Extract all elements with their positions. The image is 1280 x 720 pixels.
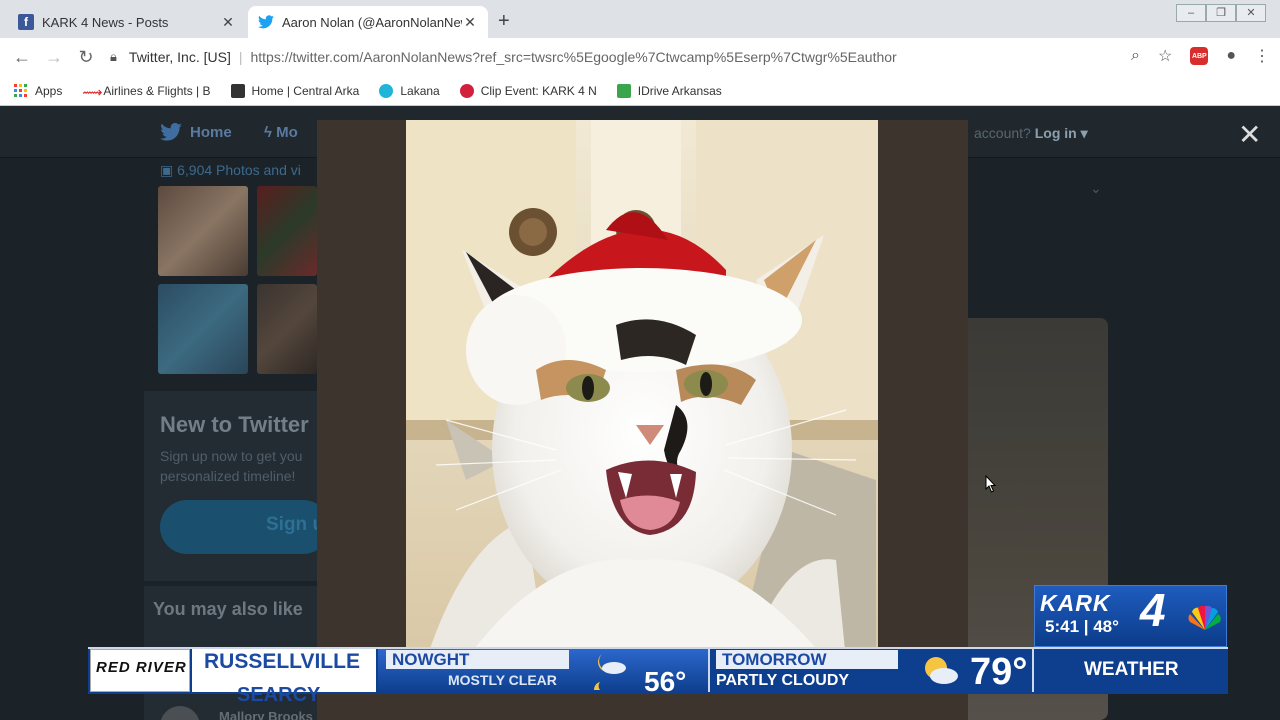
twitter-bird-icon bbox=[160, 123, 182, 141]
new-tab-icon[interactable]: + bbox=[498, 10, 510, 33]
tab-title: Aaron Nolan (@AaronNolanNew bbox=[282, 14, 462, 30]
tab-title: KARK 4 News - Posts bbox=[42, 14, 169, 30]
apps-grid-icon bbox=[14, 83, 28, 98]
nav-home[interactable]: Home bbox=[160, 123, 232, 141]
media-thumbnail[interactable] bbox=[257, 284, 317, 374]
tab-twitter[interactable]: Aaron Nolan (@AaronNolanNew ✕ bbox=[248, 6, 488, 38]
city-name: RUSSELLVILLE bbox=[204, 650, 360, 673]
photo-icon: ▣ bbox=[160, 162, 178, 178]
login-link[interactable]: Log in bbox=[1035, 125, 1077, 141]
adblock-icon[interactable]: ABP bbox=[1190, 47, 1209, 65]
moon-cloud-icon bbox=[594, 654, 626, 690]
suggested-user-name[interactable]: Mallory Brooks bbox=[219, 709, 313, 720]
tomorrow-condition: PARTLY CLOUDY bbox=[716, 672, 850, 689]
browser-toolbar: ← → ↻ 🔒︎ Twitter, Inc. [US] | https://tw… bbox=[0, 38, 1280, 76]
lakana-icon bbox=[379, 83, 394, 98]
reload-icon[interactable]: ↻ bbox=[70, 47, 102, 68]
media-thumbnail[interactable] bbox=[158, 284, 248, 374]
bookmark-idrive[interactable]: IDrive Arkansas bbox=[616, 83, 722, 98]
bookmarks-bar: Apps ⟿ Airlines & Flights | B Home | Cen… bbox=[0, 76, 1280, 106]
bookmark-airlines[interactable]: ⟿ Airlines & Flights | B bbox=[82, 83, 210, 100]
forward-icon[interactable]: → bbox=[38, 47, 70, 68]
lightning-icon: ϟ bbox=[264, 124, 277, 141]
toolbar-actions: ⌕ ☆ ABP ● ⋮ bbox=[1131, 46, 1270, 66]
next-city-name: SEARCY bbox=[237, 684, 321, 706]
section-label: WEATHER bbox=[1084, 659, 1179, 680]
tab-kark-facebook[interactable]: f KARK 4 News - Posts ✕ bbox=[8, 6, 246, 38]
tomorrow-label: TOMORROW bbox=[722, 650, 827, 669]
address-bar[interactable]: 🔒︎ Twitter, Inc. [US] | https://twitter.… bbox=[110, 42, 1080, 72]
bookmark-clip-event[interactable]: Clip Event: KARK 4 N bbox=[459, 83, 597, 98]
restore-icon[interactable]: ❐ bbox=[1206, 4, 1236, 22]
home-icon bbox=[230, 83, 245, 98]
chevron-down-icon[interactable]: ⌄ bbox=[1090, 180, 1102, 197]
lock-icon: 🔒︎ bbox=[110, 49, 117, 64]
station-name: KARK bbox=[1040, 590, 1111, 616]
bookmark-star-icon[interactable]: ☆ bbox=[1158, 46, 1172, 66]
browser-tab-bar: f KARK 4 News - Posts ✕ Aaron Nolan (@Aa… bbox=[0, 0, 1280, 38]
clip-icon bbox=[459, 83, 474, 98]
nbc-peacock-icon bbox=[1188, 606, 1221, 630]
back-icon[interactable]: ← bbox=[6, 47, 38, 68]
close-tab-icon[interactable]: ✕ bbox=[462, 14, 478, 31]
site-identity: Twitter, Inc. [US] bbox=[128, 49, 231, 65]
cat-santa-photo bbox=[406, 120, 878, 660]
sponsor-name: RED RIVER bbox=[96, 659, 187, 676]
close-lightbox-icon[interactable]: ✕ bbox=[1238, 118, 1261, 151]
bookmark-apps[interactable]: Apps bbox=[14, 83, 62, 98]
window-controls: – ❐ ✕ bbox=[1176, 4, 1266, 22]
new-to-twitter-title: New to Twitter bbox=[160, 412, 309, 437]
bookmark-lakana[interactable]: Lakana bbox=[379, 83, 440, 98]
now-label: NOWGHT bbox=[392, 650, 470, 669]
now-temperature: 56° bbox=[644, 666, 687, 697]
zoom-icon[interactable]: ⌕ bbox=[1131, 47, 1140, 65]
login-prompt: account? Log in ▾ bbox=[974, 125, 1088, 141]
media-thumbnail[interactable] bbox=[257, 186, 317, 276]
bookmark-home-central[interactable]: Home | Central Arka bbox=[230, 83, 359, 98]
you-may-also-like-title: You may also like bbox=[153, 599, 303, 619]
idrive-icon bbox=[616, 83, 631, 98]
profile-icon[interactable]: ● bbox=[1226, 47, 1236, 65]
facebook-icon: f bbox=[18, 14, 34, 30]
close-tab-icon[interactable]: ✕ bbox=[220, 14, 236, 31]
nav-moments[interactable]: ϟ Mo bbox=[264, 124, 298, 141]
minimize-icon[interactable]: – bbox=[1176, 4, 1206, 22]
photos-videos-link[interactable]: ▣ 6,904 Photos and vi bbox=[160, 162, 301, 179]
menu-kebab-icon[interactable]: ⋮ bbox=[1254, 46, 1270, 66]
close-window-icon[interactable]: ✕ bbox=[1236, 4, 1266, 22]
media-thumbnail[interactable] bbox=[158, 186, 248, 276]
now-condition: MOSTLY CLEAR bbox=[448, 672, 557, 688]
tomorrow-temperature: 79° bbox=[970, 651, 1028, 693]
partly-cloudy-icon bbox=[925, 657, 958, 684]
url-text[interactable]: https://twitter.com/AaronNolanNews?ref_s… bbox=[250, 49, 896, 65]
signup-button[interactable]: Sign u bbox=[160, 500, 330, 554]
airline-icon: ⟿ bbox=[82, 83, 103, 100]
mouse-cursor-icon bbox=[985, 475, 997, 493]
twitter-icon bbox=[258, 14, 274, 30]
new-to-twitter-subtitle: Sign up now to get you personalized time… bbox=[160, 448, 303, 484]
channel-number: 4 bbox=[1140, 584, 1166, 636]
time-temperature: 5:41 | 48° bbox=[1045, 617, 1119, 636]
screen: f KARK 4 News - Posts ✕ Aaron Nolan (@Aa… bbox=[0, 0, 1280, 720]
